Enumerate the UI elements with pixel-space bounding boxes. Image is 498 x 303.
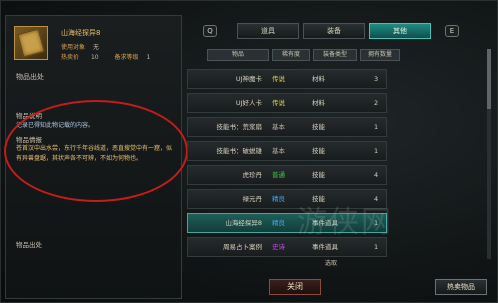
item-row-name: 技能书：破蜕雄 <box>216 147 263 155</box>
item-row[interactable]: UJ好人卡 传说 材料 2 <box>187 93 387 113</box>
col-item[interactable]: 物品 <box>207 49 269 61</box>
item-row-rarity: 传说 <box>272 99 285 107</box>
annotation-circle <box>4 100 188 202</box>
item-book-icon <box>14 26 48 60</box>
item-row-type: 技能 <box>312 147 325 155</box>
item-row-rarity: 普通 <box>272 171 285 179</box>
item-row-count: 3 <box>374 75 379 83</box>
list-scrollbar[interactable] <box>487 49 491 259</box>
item-row-count: 1 <box>374 147 379 155</box>
take-label: 选取 <box>325 260 338 267</box>
close-button[interactable]: 关闭 <box>269 279 321 295</box>
item-meta-row1: 使用对象 无 <box>61 44 99 51</box>
item-row-rarity: 传说 <box>272 75 285 83</box>
col-equip-type[interactable]: 装备类型 <box>313 49 357 61</box>
drop-header: 物品出处 <box>16 241 42 249</box>
tab-other[interactable]: 其他 <box>369 23 431 39</box>
category-tabs: 道具 装备 其他 <box>237 23 431 39</box>
item-row[interactable]: 虎珍丹 普通 技能 4 <box>187 165 387 185</box>
item-row-name: 周易占卜案例 <box>223 243 262 251</box>
item-name: 山海经探异8 <box>61 29 101 37</box>
tab-equipment[interactable]: 装备 <box>303 23 365 39</box>
watermark: 游侠网 <box>297 205 393 240</box>
item-row-name: UJ好人卡 <box>235 99 262 107</box>
item-row-count: 2 <box>374 99 379 107</box>
tab-items[interactable]: 道具 <box>237 23 299 39</box>
item-row[interactable]: 技能书：破蜕雄 基本 技能 1 <box>187 141 387 161</box>
column-headers: 物品 稀有度 装备类型 拥有数量 <box>207 49 457 61</box>
item-row-type: 材料 <box>312 99 325 107</box>
item-detail-panel: 山海经探异8 使用对象 无 热卖价 10 备求等级 1 物品出处 物品说明 记录… <box>4 15 188 299</box>
inventory-list-panel: Q 道具 装备 其他 E 物品 稀有度 装备类型 拥有数量 UJ神魔卡 传说 材料 3… <box>187 15 493 299</box>
prev-tab-key[interactable]: Q <box>203 25 217 37</box>
next-tab-key[interactable]: E <box>445 25 459 37</box>
item-meta-row2: 热卖价 10 备求等级 1 <box>61 54 151 61</box>
item-row-type: 技能 <box>312 123 325 131</box>
item-row-name: 禄元丹 <box>242 195 263 203</box>
item-row-name: 山海经探异8 <box>225 219 262 227</box>
item-row-rarity: 史诗 <box>272 243 285 251</box>
item-row-rarity: 基本 <box>272 123 285 131</box>
item-row-name: UJ神魔卡 <box>235 75 262 83</box>
col-rarity[interactable]: 稀有度 <box>272 49 310 61</box>
item-row-type: 材料 <box>312 75 325 83</box>
item-row-count: 1 <box>374 123 379 131</box>
item-row[interactable]: 技能书：荒浆扇 基本 技能 1 <box>187 117 387 137</box>
source-header: 物品出处 <box>16 73 44 81</box>
item-row[interactable]: UJ神魔卡 传说 材料 3 <box>187 69 387 89</box>
item-row-name: 虎珍丹 <box>242 171 263 179</box>
item-row-name: 技能书：荒浆扇 <box>216 123 263 131</box>
quick-sell-button[interactable]: 热卖物品 <box>435 279 487 295</box>
scroll-thumb[interactable] <box>487 49 491 109</box>
inventory-window: 山海经探异8 使用对象 无 热卖价 10 备求等级 1 物品出处 物品说明 记录… <box>0 0 498 303</box>
item-row-count: 4 <box>374 171 379 179</box>
item-row-rarity: 精良 <box>272 195 285 203</box>
item-row-rarity: 基本 <box>272 147 285 155</box>
col-count[interactable]: 拥有数量 <box>360 49 400 61</box>
item-row-rarity: 精良 <box>272 219 285 227</box>
item-row-type: 技能 <box>312 171 325 179</box>
